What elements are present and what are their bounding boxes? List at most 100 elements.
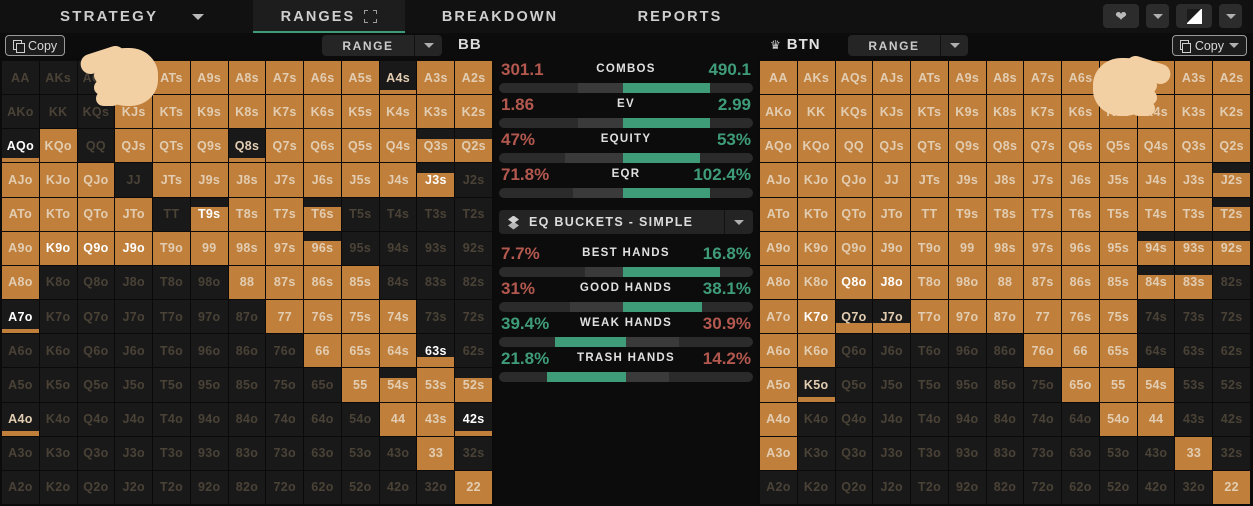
range-cell-T4s[interactable]: T4s	[1138, 198, 1175, 231]
range-cell-97s[interactable]: 97s	[1024, 232, 1061, 265]
range-cell-QTs[interactable]: QTs	[911, 129, 948, 162]
eq-buckets-select[interactable]: EQ BUCKETS - SIMPLE	[499, 210, 753, 234]
range-cell-43o[interactable]: 43o	[380, 437, 417, 470]
range-cell-K7s[interactable]: K7s	[1024, 95, 1061, 128]
range-cell-65s[interactable]: 65s	[1100, 334, 1137, 367]
range-cell-76o[interactable]: 76o	[266, 334, 303, 367]
range-cell-66[interactable]: 66	[304, 334, 341, 367]
range-cell-A9o[interactable]: A9o	[2, 232, 39, 265]
range-cell-K6s[interactable]: K6s	[304, 95, 341, 128]
range-cell-A2s[interactable]: A2s	[455, 61, 492, 94]
range-cell-AJo[interactable]: AJo	[2, 163, 39, 196]
range-cell-J3o[interactable]: J3o	[115, 437, 152, 470]
range-cell-T9o[interactable]: T9o	[911, 232, 948, 265]
range-cell-72o[interactable]: 72o	[1024, 471, 1061, 504]
range-cell-65o[interactable]: 65o	[304, 368, 341, 401]
range-cell-65o[interactable]: 65o	[1062, 368, 1099, 401]
range-cell-99[interactable]: 99	[949, 232, 986, 265]
range-cell-AQs[interactable]: AQs	[836, 61, 873, 94]
range-cell-K3s[interactable]: K3s	[417, 95, 454, 128]
range-cell-76o[interactable]: 76o	[1024, 334, 1061, 367]
range-cell-K9o[interactable]: K9o	[40, 232, 77, 265]
range-cell-ATo[interactable]: ATo	[760, 198, 797, 231]
range-cell-Q3o[interactable]: Q3o	[78, 437, 115, 470]
range-cell-86s[interactable]: 86s	[1062, 266, 1099, 299]
favorite-button[interactable]: ❤	[1103, 4, 1139, 28]
range-cell-63o[interactable]: 63o	[304, 437, 341, 470]
range-cell-43s[interactable]: 43s	[417, 403, 454, 436]
range-cell-T4s[interactable]: T4s	[380, 198, 417, 231]
range-cell-J2o[interactable]: J2o	[115, 471, 152, 504]
range-cell-K8o[interactable]: K8o	[40, 266, 77, 299]
range-cell-96o[interactable]: 96o	[949, 334, 986, 367]
range-cell-Q6s[interactable]: Q6s	[1062, 129, 1099, 162]
range-cell-A6s[interactable]: A6s	[1062, 61, 1099, 94]
range-cell-94o[interactable]: 94o	[191, 403, 228, 436]
range-cell-87s[interactable]: 87s	[266, 266, 303, 299]
range-cell-Q8s[interactable]: Q8s	[987, 129, 1024, 162]
range-cell-64s[interactable]: 64s	[1138, 334, 1175, 367]
range-cell-A5s[interactable]: A5s	[342, 61, 379, 94]
range-cell-T9s[interactable]: T9s	[191, 198, 228, 231]
range-cell-K2o[interactable]: K2o	[40, 471, 77, 504]
range-cell-J8o[interactable]: J8o	[873, 266, 910, 299]
range-cell-33[interactable]: 33	[1175, 437, 1212, 470]
range-cell-88[interactable]: 88	[987, 266, 1024, 299]
range-cell-K3s[interactable]: K3s	[1175, 95, 1212, 128]
range-cell-A8o[interactable]: A8o	[760, 266, 797, 299]
range-cell-A3s[interactable]: A3s	[417, 61, 454, 94]
range-cell-86o[interactable]: 86o	[987, 334, 1024, 367]
range-cell-93o[interactable]: 93o	[949, 437, 986, 470]
range-cell-K6o[interactable]: K6o	[40, 334, 77, 367]
range-cell-Q4o[interactable]: Q4o	[78, 403, 115, 436]
range-cell-J9s[interactable]: J9s	[191, 163, 228, 196]
range-cell-T5o[interactable]: T5o	[153, 368, 190, 401]
range-cell-KQs[interactable]: KQs	[836, 95, 873, 128]
range-select-left[interactable]: RANGE	[322, 35, 442, 56]
range-cell-83o[interactable]: 83o	[987, 437, 1024, 470]
range-cell-98o[interactable]: 98o	[949, 266, 986, 299]
range-cell-QTo[interactable]: QTo	[78, 198, 115, 231]
range-cell-87o[interactable]: 87o	[229, 300, 266, 333]
range-cell-QTo[interactable]: QTo	[836, 198, 873, 231]
eq-buckets-caret[interactable]	[725, 220, 753, 225]
range-cell-93s[interactable]: 93s	[417, 232, 454, 265]
range-cell-75s[interactable]: 75s	[1100, 300, 1137, 333]
range-cell-92o[interactable]: 92o	[949, 471, 986, 504]
range-cell-T3o[interactable]: T3o	[153, 437, 190, 470]
range-cell-JTs[interactable]: JTs	[153, 163, 190, 196]
range-cell-94s[interactable]: 94s	[1138, 232, 1175, 265]
range-cell-J2s[interactable]: J2s	[455, 163, 492, 196]
range-cell-63s[interactable]: 63s	[417, 334, 454, 367]
range-cell-J8s[interactable]: J8s	[229, 163, 266, 196]
range-cell-42o[interactable]: 42o	[380, 471, 417, 504]
range-cell-73s[interactable]: 73s	[1175, 300, 1212, 333]
range-cell-82o[interactable]: 82o	[987, 471, 1024, 504]
range-cell-J6s[interactable]: J6s	[304, 163, 341, 196]
range-cell-K3o[interactable]: K3o	[40, 437, 77, 470]
range-cell-82s[interactable]: 82s	[1213, 266, 1250, 299]
range-cell-88[interactable]: 88	[229, 266, 266, 299]
range-cell-AQo[interactable]: AQo	[760, 129, 797, 162]
range-cell-T4o[interactable]: T4o	[153, 403, 190, 436]
range-select-left-caret[interactable]	[415, 43, 442, 48]
range-cell-JTo[interactable]: JTo	[873, 198, 910, 231]
range-cell-82o[interactable]: 82o	[229, 471, 266, 504]
range-cell-KTo[interactable]: KTo	[40, 198, 77, 231]
range-cell-A7o[interactable]: A7o	[2, 300, 39, 333]
range-cell-J8o[interactable]: J8o	[115, 266, 152, 299]
range-cell-64o[interactable]: 64o	[304, 403, 341, 436]
range-cell-Q5o[interactable]: Q5o	[78, 368, 115, 401]
range-cell-95o[interactable]: 95o	[191, 368, 228, 401]
range-cell-J7s[interactable]: J7s	[266, 163, 303, 196]
range-cell-J6o[interactable]: J6o	[873, 334, 910, 367]
range-cell-95o[interactable]: 95o	[949, 368, 986, 401]
range-cell-73o[interactable]: 73o	[266, 437, 303, 470]
range-cell-74s[interactable]: 74s	[1138, 300, 1175, 333]
range-cell-97o[interactable]: 97o	[949, 300, 986, 333]
range-cell-92s[interactable]: 92s	[1213, 232, 1250, 265]
range-cell-95s[interactable]: 95s	[1100, 232, 1137, 265]
range-cell-KTs[interactable]: KTs	[153, 95, 190, 128]
range-cell-32s[interactable]: 32s	[1213, 437, 1250, 470]
range-cell-Q3o[interactable]: Q3o	[836, 437, 873, 470]
